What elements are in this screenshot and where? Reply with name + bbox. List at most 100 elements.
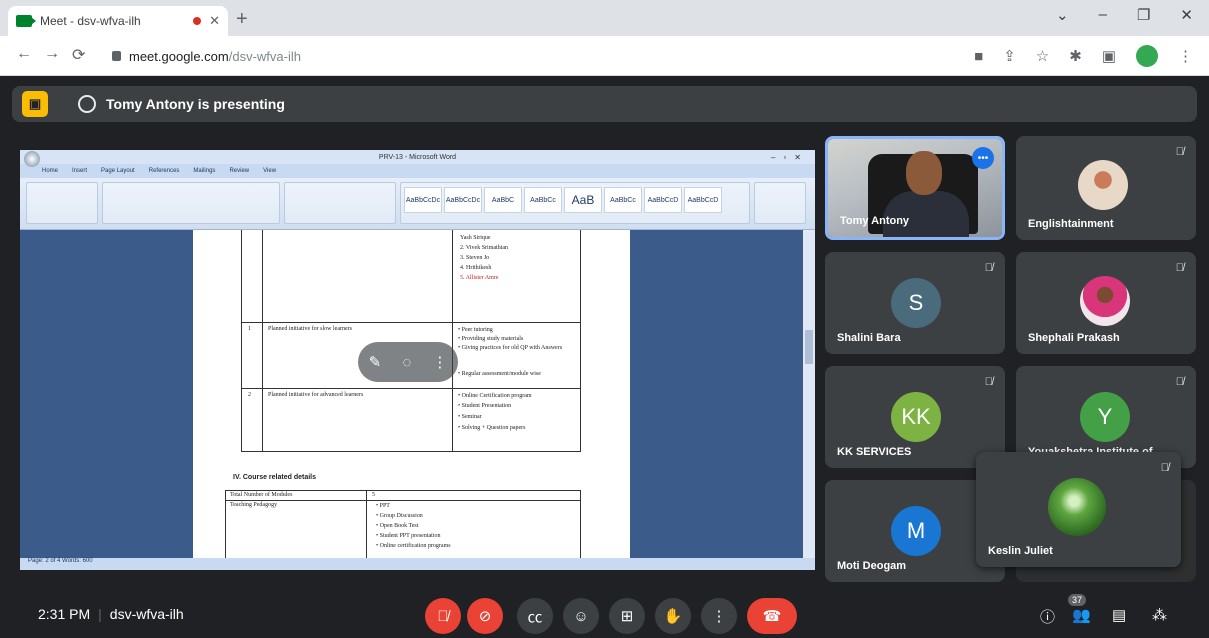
meeting-details-button[interactable]: ⓘ (1040, 606, 1055, 627)
leave-call-button[interactable]: ☎ (747, 598, 797, 634)
style-subtle-emphasis: AaBbCcD (644, 187, 682, 213)
initiatives-table: Yash Sirique 2. Vivek Srimathian 3. Stev… (241, 230, 581, 452)
extensions-icon[interactable]: ✱ (1069, 47, 1082, 65)
raise-hand-button[interactable]: ✋ (655, 598, 691, 634)
word-window-controls: –▫✕ (771, 152, 809, 162)
mic-off-icon: 🎙̸ (1175, 262, 1184, 274)
reload-button[interactable]: ⟳ (72, 45, 85, 65)
participants-count-badge: 37 (1068, 594, 1087, 606)
maximize-button[interactable]: ❐ (1137, 6, 1150, 24)
camera-indicator-icon[interactable]: ■ (974, 48, 983, 65)
meeting-code: dsv-wfva-ilh (109, 606, 184, 622)
mic-off-icon: 🎙̸ (984, 376, 993, 388)
style-heading-2: AaBbCc (524, 187, 562, 213)
participant-tile-englishtainment[interactable]: 🎙̸ Englishtainment (1016, 136, 1196, 240)
style-normal: AaBbCcDc (404, 187, 442, 213)
list-item: • Peer tutoring (458, 327, 493, 333)
word-tab-home: Home (42, 168, 59, 174)
menu-icon[interactable]: ⋮ (1178, 47, 1193, 65)
participant-tile-tomy-antony[interactable]: ••• Tomy Antony (825, 136, 1005, 240)
emoji-icon: ☺ (573, 607, 589, 625)
list-item: • Solving + Question papers (458, 425, 526, 431)
avatar: M (891, 506, 941, 556)
camera-off-icon: ⊘ (478, 608, 492, 625)
word-document-area: Yash Sirique 2. Vivek Srimathian 3. Stev… (20, 230, 815, 560)
tab-title: Meet - dsv-wfva-ilh (40, 14, 141, 28)
present-button[interactable]: ⊞ (609, 598, 645, 634)
people-button[interactable]: 👥 (1072, 606, 1091, 624)
present-icon: ⊞ (620, 608, 634, 625)
section-heading: IV. Course related details (233, 474, 316, 481)
back-button[interactable]: ← (16, 45, 32, 63)
new-tab-button[interactable]: + (236, 8, 248, 30)
participant-name: Tomy Antony (840, 215, 910, 227)
avatar: KK (891, 392, 941, 442)
more-icon[interactable]: ⋮ (432, 353, 447, 371)
close-tab-icon[interactable]: ✕ (209, 13, 220, 29)
hand-icon: ✋ (663, 608, 683, 625)
list-item: • Online certification programs (376, 543, 451, 549)
presenting-label: Tomy Antony is presenting (106, 96, 285, 112)
side-panel-icon[interactable]: ▣ (1102, 47, 1116, 65)
chat-icon: ▤ (1112, 607, 1127, 624)
url-path: /dsv-wfva-ilh (228, 48, 301, 64)
participant-name: Shephali Prakash (1028, 332, 1120, 344)
meeting-info: 2:31 PM | dsv-wfva-ilh (38, 606, 184, 622)
list-item: • Student Presentation (458, 403, 512, 409)
captions-icon: ㏄ (527, 608, 543, 626)
list-item: • Group Discussion (376, 513, 423, 519)
list-item: • Online Certification program (458, 393, 532, 399)
forward-button[interactable]: → (44, 45, 60, 63)
camera-toggle-button[interactable]: ⊘ (467, 598, 503, 634)
avatar (1080, 276, 1130, 326)
captions-button[interactable]: ㏄ (517, 598, 553, 634)
row-number: 2 (248, 392, 251, 398)
meeting-control-bar: 2:31 PM | dsv-wfva-ilh 🎙̸ ⊘ ㏄ ☺ ⊞ ✋ ⋮ ☎ ⓘ … (0, 594, 1209, 638)
style-heading-1: AaBbC (484, 187, 522, 213)
participant-tile-keslin-juliet[interactable]: 🎙̸ Keslin Juliet (976, 452, 1181, 567)
mic-off-icon: 🎙̸ (984, 262, 993, 274)
pin-icon[interactable]: ✎ (369, 353, 382, 371)
chat-button[interactable]: ▤ (1112, 606, 1126, 624)
editing-group (754, 182, 806, 224)
url-host: meet.google.com (129, 48, 229, 64)
participant-tile-shalini-bara[interactable]: S 🎙̸ Shalini Bara (825, 252, 1005, 354)
presentation-icon[interactable]: ▣ (22, 91, 48, 117)
clipboard-group (26, 182, 98, 224)
row-value: 5 (372, 492, 375, 498)
tab-search-icon[interactable]: ⌄ (1056, 6, 1069, 24)
word-tab-page-layout: Page Layout (101, 168, 135, 174)
mute-icon[interactable]: ◌ (402, 354, 411, 371)
profile-avatar[interactable] (1136, 45, 1158, 67)
participant-tile-shephali-prakash[interactable]: 🎙̸ Shephali Prakash (1016, 252, 1196, 354)
more-options-button[interactable]: ⋮ (701, 598, 737, 634)
presenting-bar: ▣ Tomy Antony is presenting (12, 86, 1197, 122)
word-tab-insert: Insert (72, 168, 88, 174)
office-button-icon (24, 151, 40, 167)
activities-button[interactable]: ⁂ (1152, 606, 1167, 624)
mic-off-icon: 🎙̸ (1160, 462, 1169, 474)
participant-name: Keslin Juliet (988, 545, 1053, 557)
participant-name: Shalini Bara (837, 332, 901, 344)
address-bar: ← → ⟳ meet.google.com/dsv-wfva-ilh ■ ⇪ ☆… (0, 36, 1209, 76)
meet-favicon-icon (16, 15, 36, 27)
browser-tab[interactable]: Meet - dsv-wfva-ilh ✕ (8, 6, 228, 36)
share-icon[interactable]: ⇪ (1003, 47, 1016, 65)
list-item: 3. Steven Jo (460, 255, 490, 261)
minimize-button[interactable]: – (1099, 6, 1107, 24)
phone-hangup-icon: ☎ (762, 608, 782, 625)
window-controls: ⌄ – ❐ ✕ (1056, 6, 1193, 24)
mic-toggle-button[interactable]: 🎙̸ (425, 598, 461, 634)
url-field[interactable]: meet.google.com/dsv-wfva-ilh (104, 42, 994, 70)
bookmark-star-icon[interactable]: ☆ (1036, 47, 1049, 65)
participant-name: KK SERVICES (837, 446, 912, 458)
row-text: Planned initiative for slow learners (268, 326, 352, 332)
emoji-button[interactable]: ☺ (563, 598, 599, 634)
browser-toolbar: ■ ⇪ ☆ ✱ ▣ ⋮ (974, 45, 1193, 67)
list-item: • Student PPT presentation (376, 533, 441, 539)
word-tab-mailings: Mailings (193, 168, 216, 174)
list-item: • Providing study materials (458, 336, 524, 342)
participant-tile-kk-services[interactable]: KK 🎙̸ KK SERVICES (825, 366, 1005, 468)
close-window-button[interactable]: ✕ (1180, 6, 1193, 24)
tab-bar: Meet - dsv-wfva-ilh ✕ + ⌄ – ❐ ✕ (0, 0, 1209, 36)
